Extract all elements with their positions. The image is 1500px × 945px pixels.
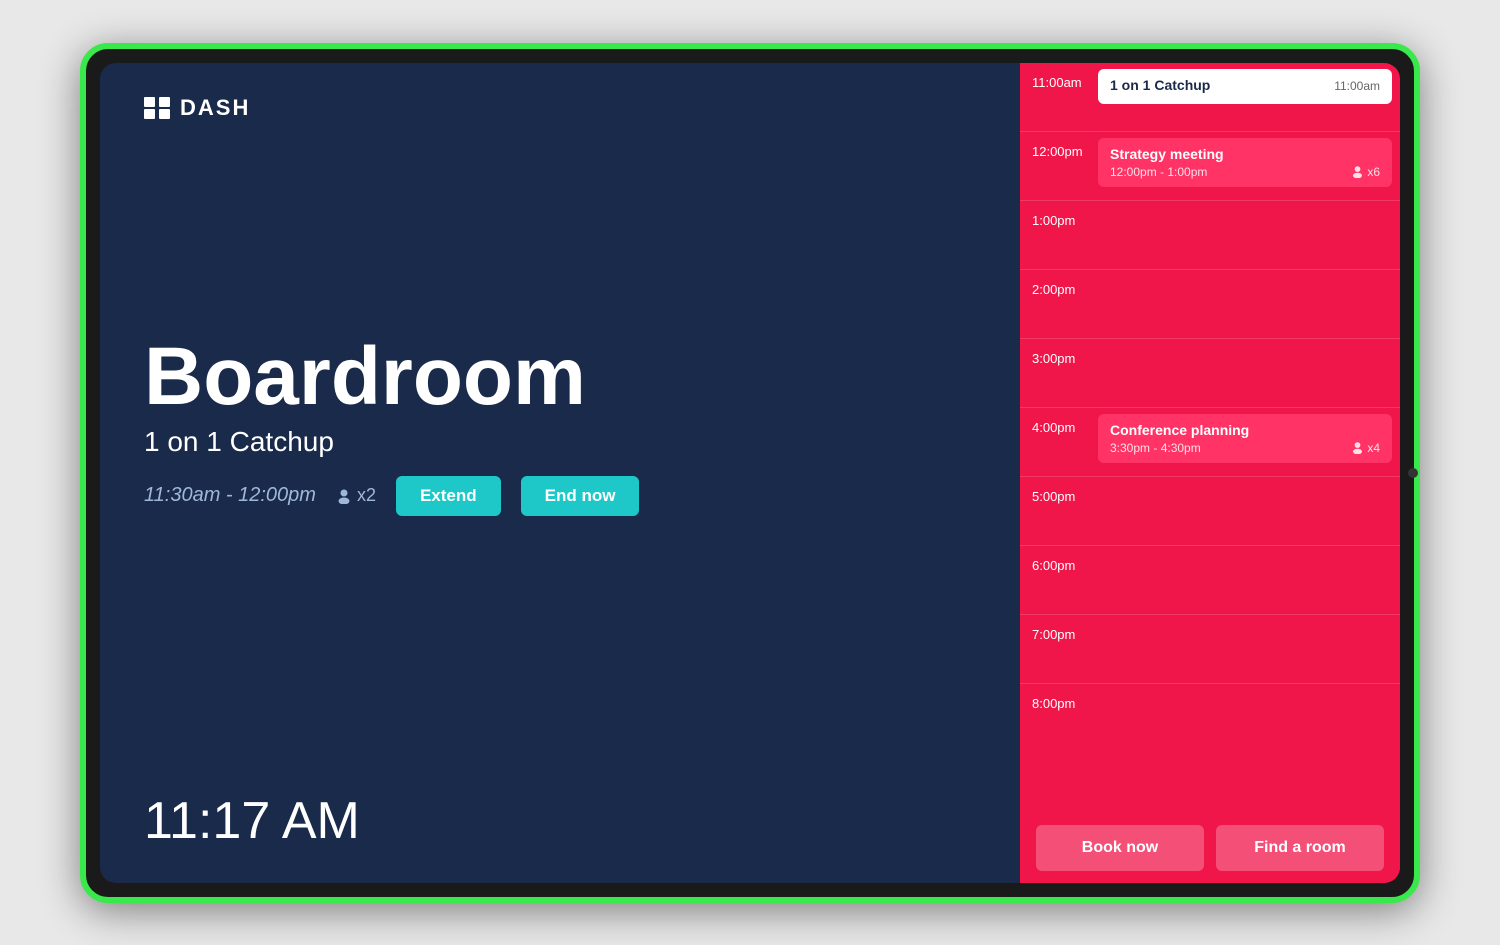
right-panel: 11:00am 1 on 1 Catchup 11:00am 12:00pm <box>1020 63 1400 883</box>
event-card-conference: Conference planning 3:30pm - 4:30pm x4 <box>1098 414 1392 463</box>
time-label-200: 2:00pm <box>1020 270 1094 307</box>
event-name-catchup: 1 on 1 Catchup <box>1110 77 1210 93</box>
room-name: Boardroom <box>144 336 976 418</box>
event-name-strategy: Strategy meeting <box>1110 146 1380 162</box>
event-area-800 <box>1094 684 1400 752</box>
time-slot-700: 7:00pm <box>1020 615 1400 683</box>
time-label-100: 1:00pm <box>1020 201 1094 238</box>
left-panel: DASH Boardroom 1 on 1 Catchup 11:30am - … <box>100 63 1020 883</box>
time-slot-400: 4:00pm Conference planning 3:30pm - 4:30… <box>1020 408 1400 476</box>
end-now-button[interactable]: End now <box>521 476 640 516</box>
time-slot-100: 1:00pm <box>1020 201 1400 269</box>
time-label-500: 5:00pm <box>1020 477 1094 514</box>
logo-text: DASH <box>180 95 250 121</box>
event-name-conference: Conference planning <box>1110 422 1380 438</box>
time-label-400: 4:00pm <box>1020 408 1094 445</box>
time-slot-200: 2:00pm <box>1020 270 1400 338</box>
event-area-100 <box>1094 201 1400 269</box>
time-slot-600: 6:00pm <box>1020 546 1400 614</box>
book-now-button[interactable]: Book now <box>1036 825 1204 871</box>
event-time-conference: 3:30pm - 4:30pm <box>1110 441 1201 455</box>
time-label-600: 6:00pm <box>1020 546 1094 583</box>
event-area-300 <box>1094 339 1400 407</box>
time-slot-1200: 12:00pm Strategy meeting 12:00pm - 1:00p… <box>1020 132 1400 200</box>
meeting-time: 11:30am - 12:00pm <box>144 484 316 507</box>
bottom-buttons: Book now Find a room <box>1020 813 1400 883</box>
event-attendees-conference: x4 <box>1351 441 1380 455</box>
event-area-700 <box>1094 615 1400 683</box>
time-slot-800: 8:00pm <box>1020 684 1400 752</box>
camera-dot <box>1408 468 1418 478</box>
room-content: Boardroom 1 on 1 Catchup 11:30am - 12:00… <box>144 121 976 791</box>
find-room-button[interactable]: Find a room <box>1216 825 1384 871</box>
event-time-catchup: 11:00am <box>1334 79 1380 93</box>
time-slot-500: 5:00pm <box>1020 477 1400 545</box>
time-slot-1100: 11:00am 1 on 1 Catchup 11:00am <box>1020 63 1400 131</box>
meeting-meta: 11:30am - 12:00pm x2 Extend End now <box>144 476 976 516</box>
event-area-200 <box>1094 270 1400 338</box>
event-card-strategy: Strategy meeting 12:00pm - 1:00pm x6 <box>1098 138 1392 187</box>
event-time-strategy: 12:00pm - 1:00pm <box>1110 165 1207 179</box>
event-area-1200: Strategy meeting 12:00pm - 1:00pm x6 <box>1094 132 1400 200</box>
event-area-500 <box>1094 477 1400 545</box>
event-area-600 <box>1094 546 1400 614</box>
event-area-1100: 1 on 1 Catchup 11:00am <box>1094 63 1400 131</box>
schedule-area: 11:00am 1 on 1 Catchup 11:00am 12:00pm <box>1020 63 1400 813</box>
tablet-device: DASH Boardroom 1 on 1 Catchup 11:30am - … <box>80 43 1420 903</box>
event-card-catchup: 1 on 1 Catchup 11:00am <box>1098 69 1392 104</box>
time-label-1200: 12:00pm <box>1020 132 1094 169</box>
tablet-screen: DASH Boardroom 1 on 1 Catchup 11:30am - … <box>100 63 1400 883</box>
attendee-count: x2 <box>336 485 376 506</box>
time-label-800: 8:00pm <box>1020 684 1094 721</box>
time-label-700: 7:00pm <box>1020 615 1094 652</box>
time-label-300: 3:00pm <box>1020 339 1094 376</box>
event-area-400: Conference planning 3:30pm - 4:30pm x4 <box>1094 408 1400 476</box>
logo-icon <box>144 97 170 119</box>
meeting-title: 1 on 1 Catchup <box>144 426 976 458</box>
extend-button[interactable]: Extend <box>396 476 501 516</box>
logo: DASH <box>144 95 976 121</box>
time-slot-300: 3:00pm <box>1020 339 1400 407</box>
time-label-1100: 11:00am <box>1020 63 1094 100</box>
current-time: 11:17 AM <box>144 791 976 851</box>
event-attendees-strategy: x6 <box>1351 165 1380 179</box>
